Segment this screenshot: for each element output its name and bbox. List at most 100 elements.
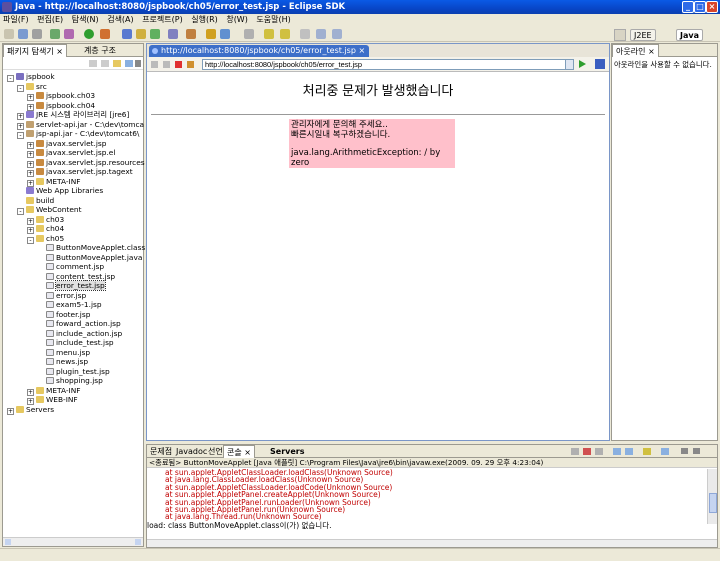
open-console-icon[interactable] (661, 448, 669, 455)
collapse-icon[interactable]: - (17, 132, 24, 139)
tree-item[interactable]: + META-INF (27, 386, 81, 396)
back-arrow-icon[interactable] (316, 29, 326, 39)
tree-item[interactable]: + javax.servlet.jsp.tagext (27, 167, 133, 177)
pin-console-icon[interactable] (625, 448, 633, 455)
scroll-left-icon[interactable] (5, 539, 11, 545)
tree-item[interactable]: error_test.jsp (37, 280, 106, 291)
console-vertical-scrollbar[interactable] (707, 469, 717, 524)
expand-icon[interactable]: + (7, 407, 14, 415)
tree-item[interactable]: exam5-1.jsp (37, 300, 102, 310)
minimize-view-icon[interactable] (681, 448, 688, 454)
tree-item[interactable]: footer.jsp (37, 310, 90, 320)
menu-search[interactable]: 검색(A) (104, 15, 136, 24)
terminate-icon[interactable] (571, 448, 579, 455)
tree-item[interactable]: menu.jsp (37, 348, 90, 358)
search-icon[interactable] (186, 29, 196, 39)
tree-item[interactable]: news.jsp (37, 357, 88, 367)
tree-item[interactable]: + WEB-INF (27, 395, 78, 405)
tree-item[interactable]: - WebContent (17, 205, 82, 215)
display-console-icon[interactable] (643, 448, 651, 455)
editor-tab-error-test[interactable]: http://localhost:8080/jspbook/ch05/error… (149, 45, 370, 57)
scroll-lock-icon[interactable] (613, 448, 621, 455)
tab-package-explorer[interactable]: 패키지 탐색기 × (3, 44, 67, 57)
menu-file[interactable]: 파일(F) (0, 15, 32, 24)
scroll-right-icon[interactable] (135, 539, 141, 545)
url-input[interactable] (202, 59, 574, 70)
forward-icon[interactable] (101, 60, 109, 67)
menu-edit[interactable]: 편집(E) (34, 15, 66, 24)
tab-servers[interactable]: Servers (267, 445, 307, 458)
tree-item[interactable]: + JRE 시스템 라이브러리 [jre6] (17, 110, 129, 120)
tree-item[interactable]: content_test.jsp (37, 272, 115, 282)
open-type-icon[interactable] (168, 29, 178, 39)
tree-item[interactable]: error.jsp (37, 291, 86, 301)
browser-stop-icon[interactable] (175, 61, 182, 68)
tree-item[interactable]: + ch04 (27, 224, 64, 234)
tree-item[interactable]: include_test.jsp (37, 338, 114, 348)
perspective-java[interactable]: Java (676, 29, 703, 41)
tree-item[interactable]: comment.jsp (37, 262, 104, 272)
tree-item[interactable]: + META-INF (27, 177, 81, 187)
tree-item[interactable]: Web App Libraries (17, 186, 103, 196)
collapse-all-icon[interactable] (125, 60, 133, 67)
maximize-button[interactable]: □ (694, 1, 706, 13)
tab-problems[interactable]: 문제점 (147, 445, 175, 458)
new-java-project-icon[interactable] (122, 29, 132, 39)
collapse-icon[interactable]: - (27, 236, 34, 244)
tree-item[interactable]: + ch03 (27, 215, 64, 225)
open-folder-icon[interactable] (206, 29, 216, 39)
perspective-j2ee[interactable]: J2EE (630, 29, 656, 41)
tree-item[interactable]: + jspbook.ch03 (27, 91, 95, 101)
tree-item[interactable]: include_action.jsp (37, 329, 122, 339)
tree-item[interactable]: + servlet-api.jar - C:\dev\tomca (17, 120, 144, 130)
open-perspective-icon[interactable] (614, 29, 626, 41)
tree-item[interactable]: - ch05 (27, 234, 64, 244)
tab-hierarchy[interactable]: 계층 구조 (81, 44, 119, 57)
next-annotation-icon[interactable] (264, 29, 274, 39)
go-icon[interactable] (579, 60, 586, 68)
maximize-view-icon[interactable] (693, 448, 700, 454)
tree-horizontal-scrollbar[interactable] (3, 537, 143, 546)
console-horizontal-scrollbar[interactable] (147, 539, 717, 547)
minimize-button[interactable]: _ (682, 1, 694, 13)
tree-item[interactable]: shopping.jsp (37, 376, 103, 386)
browser-back-icon[interactable] (151, 61, 158, 68)
view-menu-icon[interactable] (135, 60, 141, 67)
external-browser-icon[interactable] (595, 59, 605, 69)
menu-window[interactable]: 창(W) (223, 15, 251, 24)
bug-icon[interactable] (64, 29, 74, 39)
last-edit-icon[interactable] (300, 29, 310, 39)
menu-navigate[interactable]: 탐색(N) (69, 15, 102, 24)
annotation-icon[interactable] (244, 29, 254, 39)
browser-forward-icon[interactable] (163, 61, 170, 68)
collapse-icon[interactable]: - (17, 208, 24, 215)
tree-item[interactable]: plugin_test.jsp (37, 367, 110, 377)
menu-project[interactable]: 프로젝트(P) (139, 15, 186, 24)
url-dropdown-icon[interactable] (565, 60, 573, 69)
print-icon[interactable] (32, 29, 42, 39)
clear-console-icon[interactable] (595, 448, 603, 455)
new-class-icon[interactable] (150, 29, 160, 39)
tree-item[interactable]: + javax.servlet.jsp.resources (27, 158, 145, 168)
tree-item[interactable]: foward_action.jsp (37, 319, 121, 329)
new-package-icon[interactable] (136, 29, 146, 39)
debug-icon[interactable] (50, 29, 60, 39)
collapse-icon[interactable]: - (7, 75, 14, 82)
forward-arrow-icon[interactable] (332, 29, 342, 39)
menu-run[interactable]: 실행(R) (188, 15, 221, 24)
up-folder-icon[interactable] (113, 60, 121, 67)
tree-item[interactable]: build (17, 196, 54, 206)
close-button[interactable]: × (706, 1, 718, 13)
external-tools-icon[interactable] (100, 29, 110, 39)
tree-item[interactable]: + jspbook.ch04 (27, 101, 95, 111)
tab-outline[interactable]: 아웃라인 × (612, 44, 659, 57)
scroll-thumb[interactable] (709, 493, 717, 513)
remove-launch-icon[interactable] (583, 448, 591, 455)
tree-item[interactable]: + javax.servlet.jsp.el (27, 148, 115, 158)
browser-refresh-icon[interactable] (187, 61, 194, 68)
tree-item[interactable]: ButtonMoveApplet.class (37, 243, 145, 253)
pencil-icon[interactable] (220, 29, 230, 39)
tree-item[interactable]: - jspbook (7, 72, 55, 82)
new-icon[interactable] (4, 29, 14, 39)
run-icon[interactable] (84, 29, 94, 39)
